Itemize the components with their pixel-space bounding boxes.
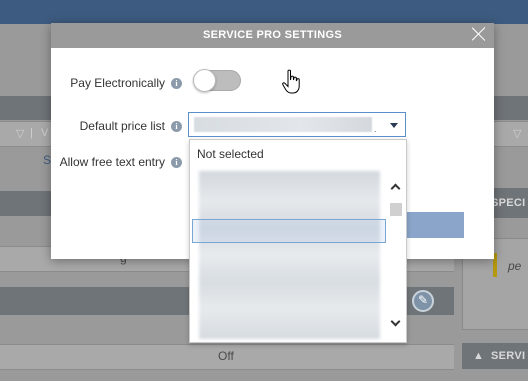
services-caption: SERVI bbox=[491, 350, 526, 362]
pay-electronically-label: Pay Electronically bbox=[70, 76, 165, 90]
info-icon[interactable]: i bbox=[171, 157, 182, 168]
filter-icon[interactable]: | bbox=[30, 127, 33, 139]
scroll-up-icon[interactable] bbox=[391, 182, 401, 192]
app-row-band bbox=[0, 191, 51, 216]
close-icon[interactable] bbox=[470, 25, 488, 43]
scroll-down-icon[interactable] bbox=[391, 318, 401, 328]
select-ellipsis: . bbox=[374, 124, 377, 134]
dialog-title: SERVICE PRO SETTINGS bbox=[202, 29, 343, 41]
default-price-list-label: Default price list bbox=[79, 119, 165, 133]
right-panel-text: pe bbox=[508, 259, 522, 273]
scroll-thumb[interactable] bbox=[390, 203, 402, 216]
toggle-knob bbox=[193, 69, 216, 92]
option-not-selected[interactable]: Not selected bbox=[197, 147, 264, 161]
allow-free-text-label: Allow free text entry bbox=[59, 155, 165, 169]
collapse-icon[interactable]: ▲ bbox=[473, 350, 484, 362]
filter-icon[interactable]: ▽ bbox=[16, 127, 24, 140]
hovered-option[interactable] bbox=[192, 219, 386, 243]
info-icon[interactable]: i bbox=[171, 78, 182, 89]
default-price-list-select[interactable]: . bbox=[188, 112, 406, 137]
pencil-icon[interactable] bbox=[412, 290, 434, 312]
right-panel-caption: SPECI bbox=[491, 197, 526, 209]
blurred-options[interactable] bbox=[199, 171, 380, 339]
price-list-dropdown: Not selected bbox=[189, 139, 407, 343]
off-value: Off bbox=[218, 349, 234, 363]
dialog-header: SERVICE PRO SETTINGS bbox=[51, 23, 494, 48]
dropdown-scrollbar[interactable] bbox=[388, 178, 404, 338]
filter-label: V bbox=[41, 127, 49, 139]
column-header-text: S bbox=[43, 153, 52, 167]
hand-cursor-icon bbox=[282, 69, 300, 94]
info-icon[interactable]: i bbox=[171, 121, 182, 132]
pay-electronically-toggle[interactable] bbox=[193, 69, 241, 92]
select-value bbox=[194, 117, 372, 132]
chevron-down-icon[interactable] bbox=[390, 123, 398, 128]
filter-icon[interactable]: ▽ bbox=[513, 127, 521, 140]
app-top-bar bbox=[0, 0, 528, 24]
